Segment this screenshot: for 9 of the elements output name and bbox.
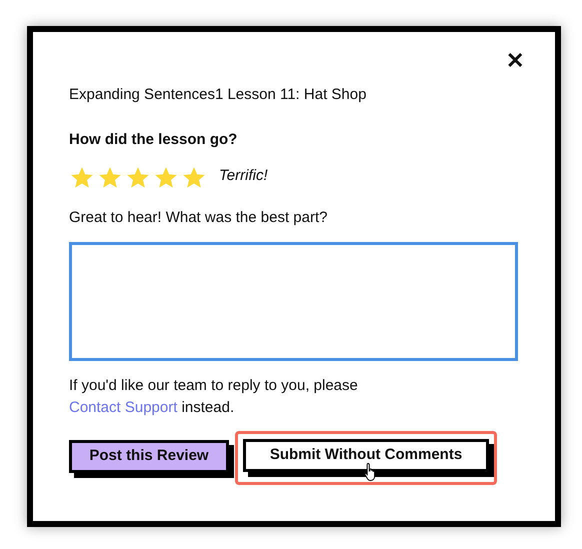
comment-prompt: Great to hear! What was the best part? xyxy=(69,208,328,228)
contact-support-link[interactable]: Contact Support xyxy=(69,398,178,416)
rating-caption: Terrific! xyxy=(219,166,268,186)
support-note: If you'd like our team to reply to you, please Contact Support instead. xyxy=(69,376,359,418)
question: How did the lesson go? xyxy=(69,130,238,150)
comment-field[interactable] xyxy=(69,242,518,360)
hand-cursor-icon xyxy=(364,462,378,482)
close-button[interactable]: ✕ xyxy=(506,50,524,72)
lesson-title: Expanding Sentences1 Lesson 11: Hat Shop xyxy=(69,85,368,105)
